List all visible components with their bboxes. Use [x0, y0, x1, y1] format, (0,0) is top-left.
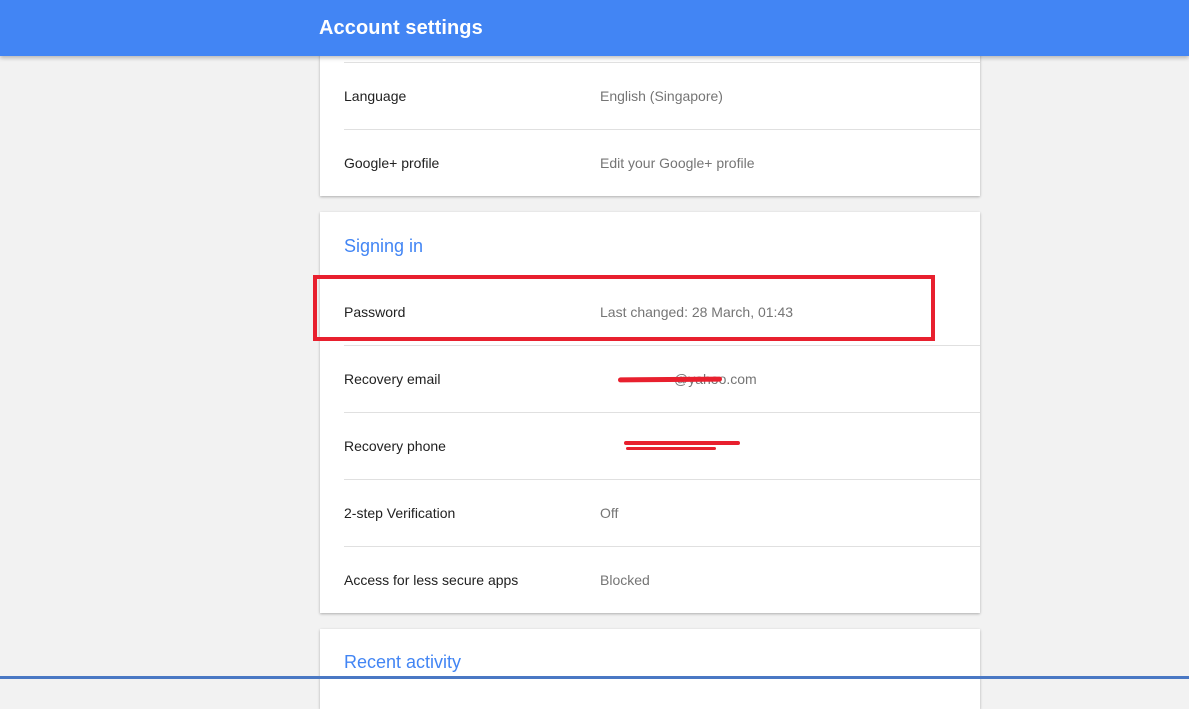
- less-secure-apps-label: Access for less secure apps: [344, 572, 519, 588]
- app-header: Account settings: [0, 0, 1189, 56]
- two-step-verification-status: Off: [600, 505, 619, 521]
- language-label: Language: [344, 88, 407, 104]
- password-label: Password: [344, 304, 406, 320]
- redaction-mark: [624, 441, 740, 445]
- google-plus-profile-row[interactable]: Google+ profile Edit your Google+ profil…: [344, 130, 980, 196]
- password-last-changed: Last changed: 28 March, 01:43: [600, 304, 794, 320]
- recovery-email-label: Recovery email: [344, 371, 441, 387]
- language-value: English (Singapore): [600, 88, 723, 104]
- google-plus-profile-label: Google+ profile: [344, 155, 440, 171]
- two-step-verification-row[interactable]: 2-step Verification Off: [344, 480, 980, 546]
- signing-in-card: Signing in Password Last changed: 28 Mar…: [320, 212, 980, 613]
- recent-activity-heading: Recent activity: [344, 652, 462, 672]
- recent-activity-card: Recent activity: [320, 629, 980, 709]
- less-secure-apps-row[interactable]: Access for less secure apps Blocked: [344, 547, 980, 613]
- password-row[interactable]: Password Last changed: 28 March, 01:43: [344, 279, 980, 345]
- language-row[interactable]: Language English (Singapore): [344, 63, 980, 129]
- redaction-mark: [626, 447, 716, 450]
- page-title: Account settings: [319, 17, 483, 39]
- signing-in-heading: Signing in: [344, 236, 424, 256]
- recovery-email-row[interactable]: Recovery email @yahoo.com: [344, 346, 980, 412]
- google-plus-profile-link[interactable]: Edit your Google+ profile: [600, 155, 754, 171]
- less-secure-apps-status: Blocked: [600, 572, 650, 588]
- recovery-phone-row[interactable]: Recovery phone: [344, 413, 980, 479]
- two-step-verification-label: 2-step Verification: [344, 505, 456, 521]
- personal-info-card: Language English (Singapore) Google+ pro…: [320, 40, 980, 196]
- redaction-mark: [617, 376, 723, 383]
- recovery-phone-label: Recovery phone: [344, 438, 446, 454]
